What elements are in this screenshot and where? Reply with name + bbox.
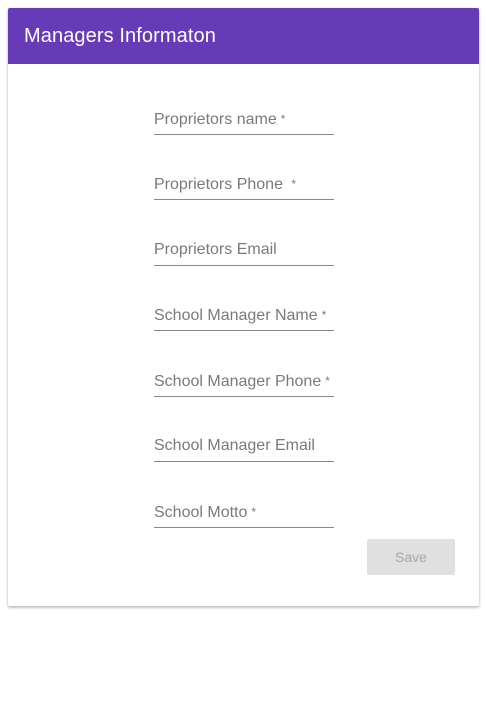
proprietors-email-input[interactable] [154,235,334,265]
proprietors-email-field[interactable]: Proprietors Email [154,235,334,266]
school-manager-email-field[interactable]: School Manager Email [154,431,334,462]
proprietors-name-input[interactable] [154,104,334,134]
save-button[interactable]: Save [367,539,455,575]
school-manager-name-input[interactable] [154,300,334,330]
school-motto-field[interactable]: School Motto * [154,497,334,528]
card-title: Managers Informaton [24,25,216,47]
proprietors-phone-field[interactable]: Proprietors Phone * [154,169,334,200]
card-header: Managers Informaton [8,8,479,64]
proprietors-name-field[interactable]: Proprietors name * [154,104,334,135]
school-manager-phone-input[interactable] [154,366,334,396]
school-manager-phone-field[interactable]: School Manager Phone * [154,366,334,397]
school-manager-email-input[interactable] [154,431,334,461]
managers-info-card: Managers Informaton Proprietors name * Pr… [8,8,479,606]
school-manager-name-field[interactable]: School Manager Name * [154,300,334,331]
proprietors-phone-input[interactable] [154,169,334,199]
school-motto-input[interactable] [154,497,334,527]
